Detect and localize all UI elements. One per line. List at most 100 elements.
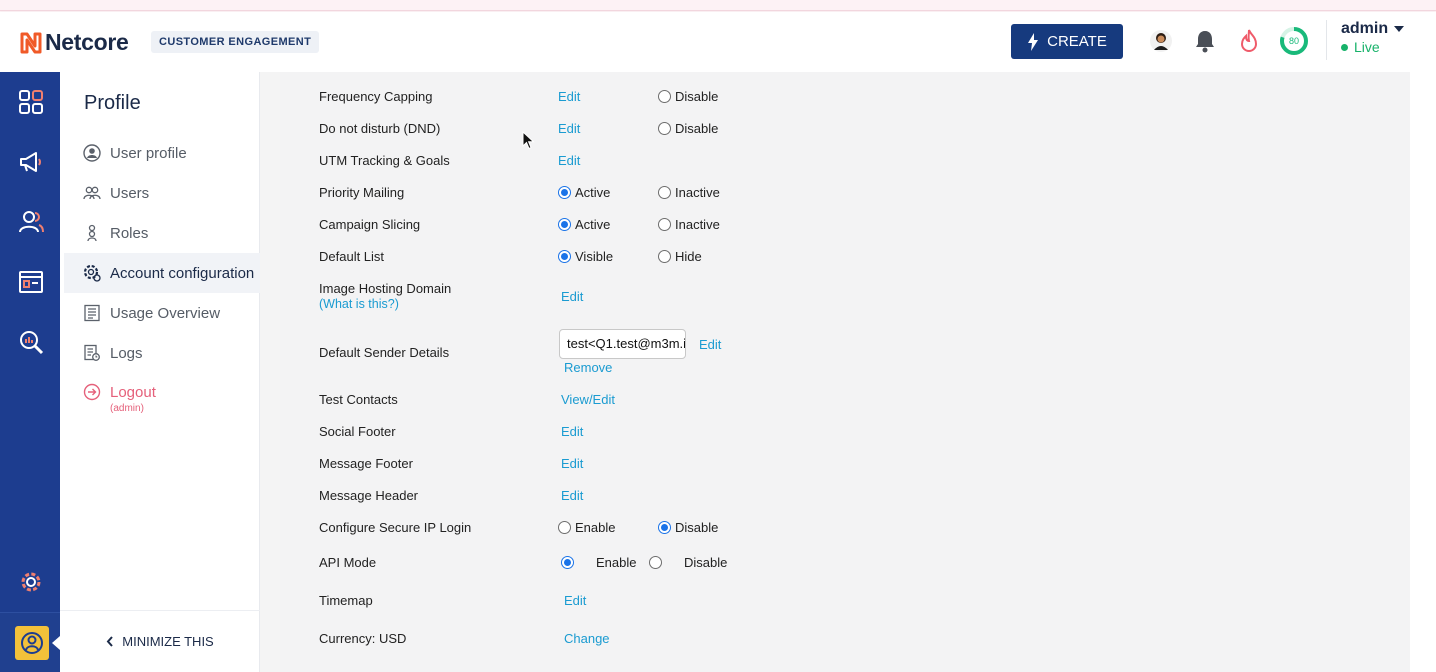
sidebar-title: Profile [84, 92, 141, 114]
setting-label: Do not disturb (DND) [319, 121, 441, 136]
logs-icon [83, 344, 101, 362]
setting-label: Frequency Capping [319, 89, 433, 104]
message-footer-edit-link[interactable]: Edit [561, 456, 583, 471]
radio-circle [558, 218, 571, 231]
setting-label: Priority Mailing [319, 185, 405, 200]
profile-sidebar: Profile User profile Users Roles Account… [60, 72, 260, 672]
logo-text: Netcore [45, 29, 129, 55]
utm-edit-link[interactable]: Edit [558, 153, 580, 168]
setting-label: Default Sender Details [319, 345, 450, 360]
score-gauge[interactable]: 80 [1279, 26, 1309, 56]
setting-label: API Mode [319, 555, 377, 570]
sidebar-item-user-profile[interactable]: User profile [64, 133, 260, 173]
analytics-icon[interactable] [18, 329, 44, 355]
active-pointer-icon [52, 636, 60, 650]
setting-label: UTM Tracking & Goals [319, 153, 450, 168]
sidebar-item-logs[interactable]: Logs [64, 333, 260, 373]
profile-tile[interactable] [15, 626, 49, 660]
score-value: 80 [1288, 36, 1299, 46]
logout-user: (admin) [110, 403, 144, 414]
radio-label: Inactive [675, 217, 720, 232]
secure-ip-enable-radio[interactable]: Enable [558, 520, 615, 535]
radio-circle [558, 521, 571, 534]
default-list-hide-radio[interactable]: Hide [658, 249, 702, 264]
sidebar-item-label: Users [110, 184, 150, 202]
radio-label: Hide [675, 249, 702, 264]
flame-icon [1240, 29, 1258, 52]
notifications-button[interactable] [1192, 28, 1218, 54]
main-content: Frequency Capping Edit Disable Do not di… [260, 72, 1436, 672]
radio-label: Active [575, 217, 611, 232]
campaign-slicing-inactive-radio[interactable]: Inactive [658, 217, 720, 232]
default-sender-edit-link[interactable]: Edit [699, 337, 721, 352]
radio-label: Inactive [675, 185, 720, 200]
sidebar-item-users[interactable]: Users [64, 173, 260, 213]
settings-icon[interactable] [18, 569, 44, 595]
live-dot-icon [1341, 43, 1348, 51]
sidebar-item-logout[interactable]: Logout [64, 372, 260, 412]
sidebar-item-label: Roles [110, 224, 149, 242]
bell-icon [1196, 31, 1214, 53]
roles-icon [83, 224, 101, 242]
radio-label: Disable [675, 520, 719, 535]
caret-down-icon [1394, 26, 1405, 32]
sidebar-item-account-configuration[interactable]: Account configuration [64, 253, 260, 293]
radio-label: Active [575, 185, 611, 200]
api-mode-enable-radio[interactable]: Enable [561, 555, 636, 570]
radio-circle [658, 250, 671, 263]
setting-label: Timemap [319, 593, 373, 608]
sidebar-item-label: Account configuration [110, 264, 255, 282]
priority-mailing-inactive-radio[interactable]: Inactive [658, 185, 720, 200]
create-button[interactable]: CREATE [1011, 24, 1123, 59]
avatar[interactable] [1148, 28, 1174, 54]
dnd-edit-link[interactable]: Edit [558, 121, 580, 136]
radio-circle [658, 521, 671, 534]
top-strip [0, 0, 1436, 11]
chevron-left-icon [106, 636, 113, 647]
frequency-capping-disable-radio[interactable]: Disable [658, 89, 718, 104]
setting-label: Image Hosting Domain [319, 281, 452, 296]
currency-change-link[interactable]: Change [564, 631, 610, 646]
setting-label: Message Footer [319, 456, 413, 471]
radio-label: Disable [675, 121, 719, 136]
gear-icon [83, 264, 101, 282]
default-list-visible-radio[interactable]: Visible [558, 249, 613, 264]
sidebar-item-label: Logout [110, 383, 156, 401]
right-gutter [1410, 72, 1436, 672]
setting-label: Configure Secure IP Login [319, 520, 472, 535]
social-footer-edit-link[interactable]: Edit [561, 424, 583, 439]
minimize-button[interactable]: MINIMIZE THIS [60, 610, 260, 672]
megaphone-icon[interactable] [18, 149, 44, 175]
api-mode-disable-radio[interactable]: Disable [649, 555, 727, 570]
priority-mailing-active-radio[interactable]: Active [558, 185, 610, 200]
dnd-disable-radio[interactable]: Disable [658, 121, 718, 136]
message-header-edit-link[interactable]: Edit [561, 488, 583, 503]
campaign-slicing-active-radio[interactable]: Active [558, 217, 610, 232]
hot-button[interactable] [1236, 28, 1262, 54]
document-icon [83, 304, 101, 322]
setting-label: Default List [319, 249, 385, 264]
radio-circle [658, 218, 671, 231]
radio-circle [658, 90, 671, 103]
dashboard-icon[interactable] [18, 89, 44, 115]
browser-icon[interactable] [18, 269, 44, 295]
setting-label: Test Contacts [319, 392, 398, 407]
image-hosting-edit-link[interactable]: Edit [561, 289, 583, 304]
timemap-edit-link[interactable]: Edit [564, 593, 586, 608]
sidebar-item-usage-overview[interactable]: Usage Overview [64, 293, 260, 333]
default-sender-remove-link[interactable]: Remove [564, 360, 612, 375]
frequency-capping-edit-link[interactable]: Edit [558, 89, 580, 104]
secure-ip-disable-radio[interactable]: Disable [658, 520, 718, 535]
netcore-logo[interactable]: Netcore [19, 29, 129, 56]
sidebar-item-roles[interactable]: Roles [64, 213, 260, 253]
product-badge: CUSTOMER ENGAGEMENT [151, 31, 320, 53]
users-icon[interactable] [18, 209, 44, 235]
sidebar-item-label: Usage Overview [110, 304, 221, 322]
sidebar-item-label: User profile [110, 144, 187, 162]
account-menu[interactable]: admin Live [1326, 20, 1405, 60]
user-avatar-icon [1150, 30, 1172, 52]
image-hosting-help-link[interactable]: (What is this?) [319, 297, 399, 311]
default-sender-input[interactable]: test<Q1.test@m3m.in> [559, 329, 686, 359]
test-contacts-view-edit-link[interactable]: View/Edit [561, 392, 615, 407]
minimize-label: MINIMIZE THIS [122, 634, 214, 649]
